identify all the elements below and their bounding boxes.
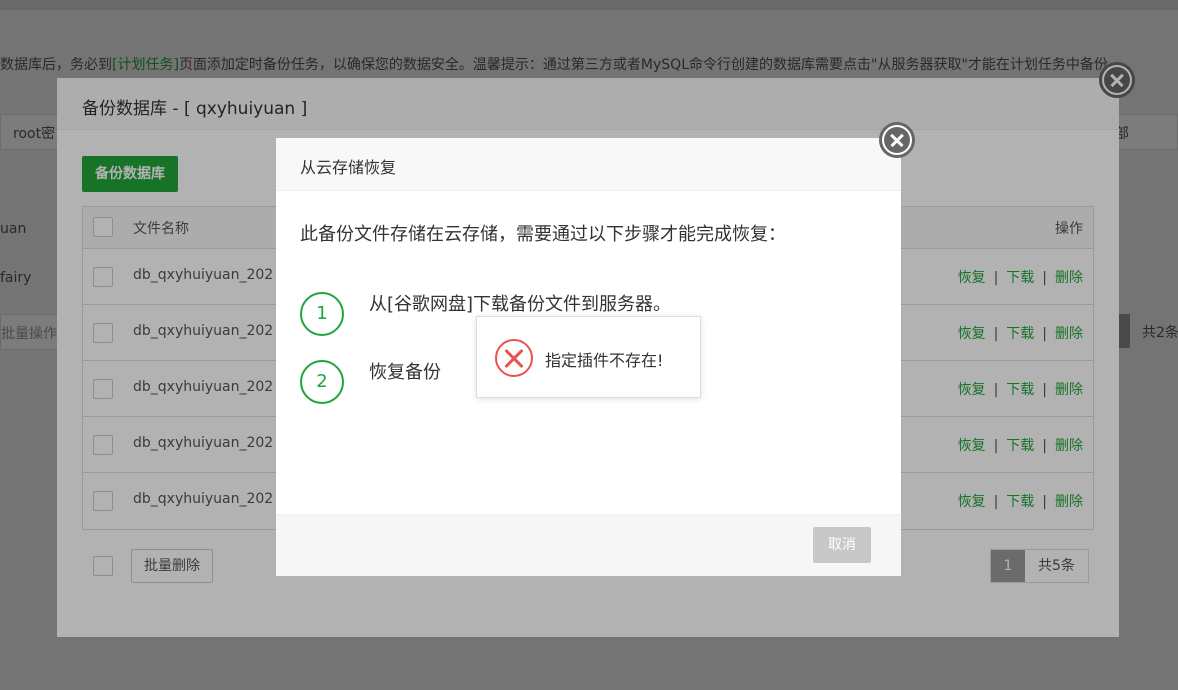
inner-modal-title: 从云存储恢复 (276, 138, 901, 191)
error-icon (495, 339, 533, 377)
error-toast: 指定插件不存在! (476, 316, 701, 398)
step-number: 1 (300, 292, 344, 336)
inner-modal-close-button[interactable] (879, 122, 915, 158)
close-icon (884, 127, 910, 153)
cancel-button[interactable]: 取消 (813, 527, 871, 563)
step-number: 2 (300, 360, 344, 404)
step-text: 从[谷歌网盘]下载备份文件到服务器。 (369, 294, 672, 315)
step-text: 恢复备份 (369, 362, 441, 383)
toast-message: 指定插件不存在! (545, 351, 664, 370)
restore-description: 此备份文件存储在云存储，需要通过以下步骤才能完成恢复： (300, 224, 786, 245)
inner-modal-footer: 取消 (276, 514, 901, 576)
